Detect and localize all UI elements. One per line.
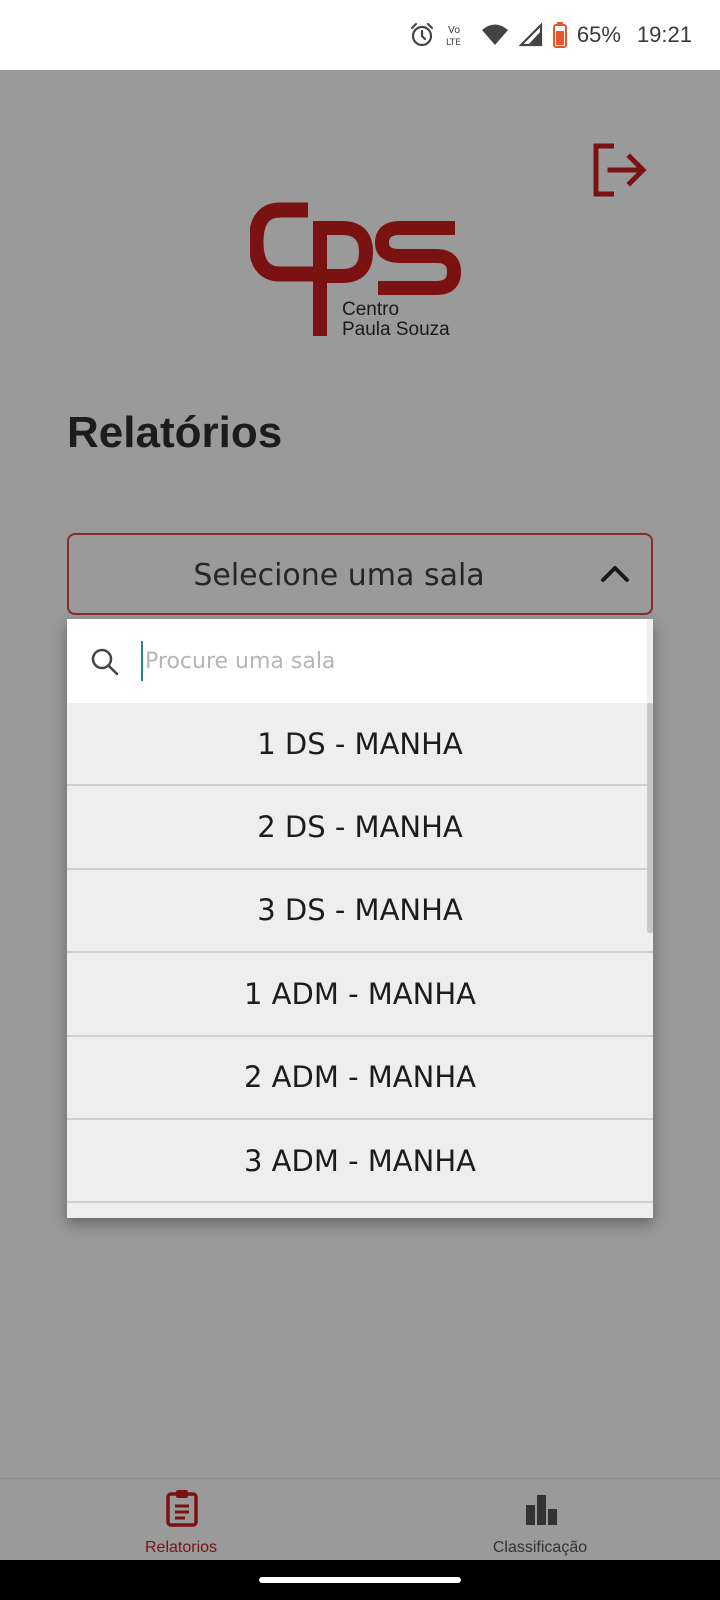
status-time: 19:21 [636, 22, 692, 47]
option-item[interactable]: 1 DS - MANHA [67, 703, 653, 787]
bottom-nav: Relatorios Classificação [0, 1478, 720, 1560]
battery-icon [552, 22, 567, 48]
status-icons: Vo LTE 65% 19:21 [409, 18, 692, 52]
svg-text:LTE: LTE [446, 38, 461, 48]
battery-percent: 65% [576, 22, 621, 47]
logo-text: Centro Paula Souza [342, 300, 450, 340]
options-list: 1 DS - MANHA 2 DS - MANHA 3 DS - MANHA 1… [67, 703, 653, 1218]
logo-line-1: Centro [342, 299, 400, 320]
volte-icon: Vo LTE [446, 25, 461, 48]
option-item[interactable]: 2 ADM - MANHA [67, 1036, 653, 1120]
option-item[interactable]: 1 ADM - MANHA [67, 953, 653, 1037]
status-bar: Vo LTE 65% 19:21 [0, 0, 720, 70]
logo-line-2: Paula Souza [342, 319, 450, 340]
search-icon [91, 648, 119, 676]
alarm-icon [410, 22, 433, 47]
logout-button[interactable] [590, 142, 650, 198]
room-select[interactable]: Selecione uma sala [67, 533, 653, 615]
clipboard-icon [166, 1490, 198, 1527]
nav-label-classificacao: Classificação [492, 1539, 588, 1556]
chevron-up-icon [601, 566, 629, 582]
gesture-bar [0, 1560, 720, 1600]
nav-item-relatorios[interactable]: Relatorios [81, 1479, 281, 1561]
option-item[interactable]: 2 DS - MANHA [67, 786, 653, 870]
wifi-icon [481, 24, 508, 45]
room-select-label: Selecione uma sala [193, 558, 485, 593]
dropdown-scrollbar[interactable] [647, 703, 653, 933]
bar-chart-icon [526, 1495, 557, 1525]
svg-text:Vo: Vo [448, 25, 460, 36]
logout-icon [593, 143, 647, 197]
signal-icon [518, 23, 542, 47]
option-item[interactable]: 3 ADM - MANHA [67, 1119, 653, 1204]
search-input[interactable] [141, 641, 621, 681]
option-item-partial[interactable] [67, 1203, 653, 1218]
page-title: Relatórios [67, 408, 283, 457]
home-gesture-handle[interactable] [259, 1577, 461, 1583]
search-row [67, 619, 647, 703]
nav-item-classificacao[interactable]: Classificação [440, 1479, 640, 1561]
room-dropdown: 1 DS - MANHA 2 DS - MANHA 3 DS - MANHA 1… [67, 619, 653, 1218]
nav-label-relatorios: Relatorios [144, 1539, 218, 1556]
option-item[interactable]: 3 DS - MANHA [67, 869, 653, 954]
